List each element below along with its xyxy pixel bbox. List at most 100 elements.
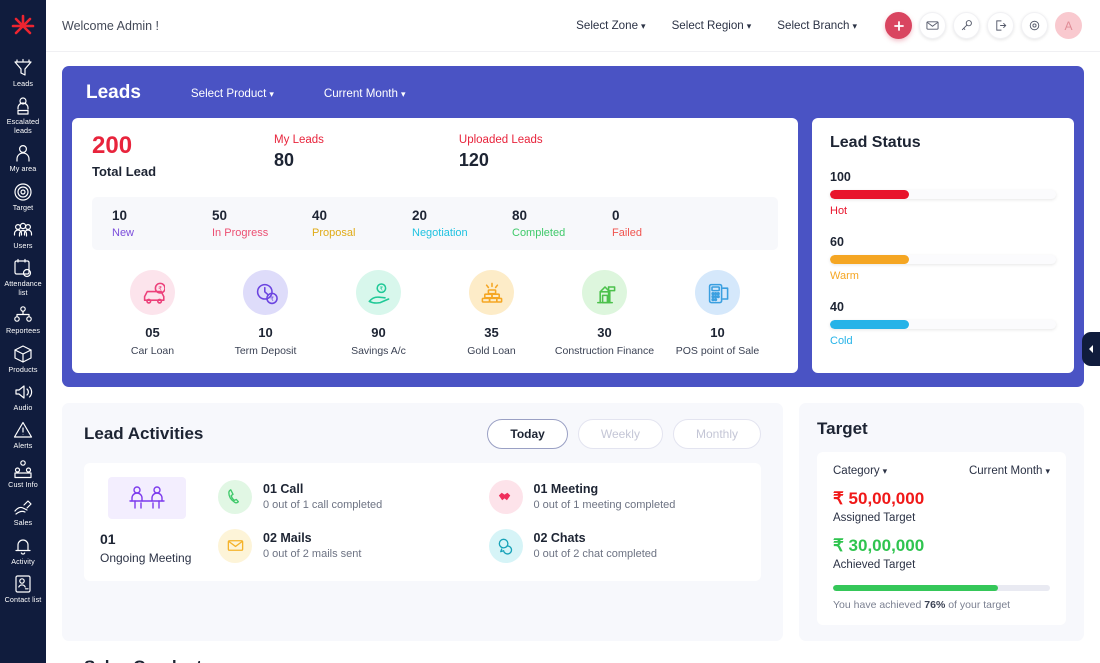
pipeline-count: 50: [212, 208, 228, 223]
sidebar-item-cust-info[interactable]: Cust Info: [0, 453, 46, 491]
activity-item[interactable]: 01 Call 0 out of 1 call completed: [218, 477, 475, 516]
pipeline-count: 80: [512, 208, 528, 223]
lead-status-panel: Lead Status 100 Hot 60 Warm 40 Cold: [812, 118, 1074, 373]
phone-icon: [218, 479, 252, 514]
chat-icon: [498, 538, 513, 555]
region-dropdown[interactable]: Select Region ▾: [672, 19, 752, 32]
sidebar-item-alerts[interactable]: Alerts: [0, 414, 46, 452]
pos-icon: [695, 270, 740, 315]
leads-period-label: Current Month: [323, 86, 398, 100]
sidebar-item-escalated-leads[interactable]: Escalated leads: [0, 90, 46, 137]
pipeline-stage[interactable]: 20 Negotiation: [412, 208, 512, 239]
sidebar-item-audio[interactable]: Audio: [0, 376, 46, 414]
chevron-left-icon: [1089, 345, 1093, 353]
leads-period-dropdown[interactable]: Current Month ▾: [324, 87, 406, 100]
logout-button[interactable]: [987, 12, 1014, 39]
target-progress-fill: [833, 585, 998, 591]
contact-list-icon: [15, 575, 31, 593]
chevron-down-icon: ▾: [1045, 466, 1050, 476]
ongoing-meeting-block: 01 Ongoing Meeting: [100, 477, 218, 565]
mail-button[interactable]: [919, 12, 946, 39]
product-card[interactable]: 35 Gold Loan: [435, 270, 548, 357]
product-card[interactable]: ₹90 Savings A/c: [322, 270, 435, 357]
sidebar-item-activity[interactable]: Activity: [0, 530, 46, 568]
uploaded-leads-block: Uploaded Leads 120: [459, 134, 543, 171]
sidebar-item-leads[interactable]: Leads: [0, 52, 46, 90]
lead-activities-body: 01 Ongoing Meeting 01 Call 0 out of 1 cal…: [84, 463, 761, 581]
sidebar-item-label: Products: [8, 364, 38, 374]
password-button[interactable]: [953, 12, 980, 39]
pos-icon: [708, 283, 728, 303]
chevron-down-icon: ▾: [269, 88, 274, 99]
add-button[interactable]: [885, 12, 912, 39]
target-period-dropdown[interactable]: Current Month ▾: [969, 465, 1050, 477]
product-count: 10: [258, 325, 273, 340]
assigned-target-label: Assigned Target: [833, 512, 916, 524]
activity-subtitle: 0 out of 1 call completed: [263, 499, 383, 511]
term-deposit-icon: ₹: [256, 283, 278, 304]
target-filters: Category ▾ Current Month ▾: [833, 465, 1050, 477]
activity-item[interactable]: 02 Chats 0 out of 2 chat completed: [488, 526, 746, 565]
target-title: Target: [817, 419, 868, 438]
chevron-down-icon: ▾: [852, 21, 857, 31]
app-logo[interactable]: [0, 0, 46, 52]
activity-tab-monthly[interactable]: Monthly: [672, 419, 761, 449]
sidebar-item-users[interactable]: Users: [0, 214, 46, 252]
bottom-row: Lead Activities Today Weekly Monthly 01 …: [62, 403, 1084, 641]
settings-button[interactable]: [1021, 12, 1048, 39]
target-category-dropdown[interactable]: Category ▾: [833, 465, 887, 477]
sales-hand-icon: [14, 500, 32, 515]
sidebar-item-target[interactable]: Target: [0, 176, 46, 214]
sidebar-item-products[interactable]: Products: [0, 338, 46, 376]
activity-item[interactable]: 01 Meeting 0 out of 1 meeting completed: [488, 477, 746, 516]
sidebar-item-attendance-list[interactable]: Attendance list: [0, 252, 46, 299]
handshake-icon: [488, 479, 523, 514]
pipeline-stage[interactable]: 80 Completed: [512, 208, 612, 239]
sidebar-item-sales[interactable]: Sales: [0, 491, 46, 529]
svg-text:₹: ₹: [270, 295, 274, 302]
handshake-icon: [498, 492, 511, 501]
product-card[interactable]: 10 POS point of Sale: [661, 270, 774, 357]
sidebar-item-reportees[interactable]: Reportees: [0, 299, 46, 337]
avatar[interactable]: A: [1055, 12, 1082, 39]
zone-dropdown[interactable]: Select Zone ▾: [576, 19, 645, 32]
achieved-target-amount: ₹ 30,00,000: [833, 536, 925, 555]
pipeline-label: New: [112, 227, 135, 239]
total-lead-value: 200: [92, 132, 133, 159]
bell-icon: [15, 539, 31, 555]
activity-period-tabs: Today Weekly Monthly: [487, 419, 761, 449]
sidebar-item-my-area[interactable]: My area: [0, 137, 46, 175]
pipeline-stage[interactable]: 0 Failed: [612, 208, 712, 239]
lead-status-label: Hot: [830, 205, 848, 217]
product-card[interactable]: 30 Construction Finance: [548, 270, 661, 357]
chevron-down-icon: ▾: [882, 466, 888, 476]
branch-dropdown-label: Select Branch: [777, 19, 850, 32]
lead-status-track: [830, 320, 1056, 329]
activity-tab-today[interactable]: Today: [487, 419, 568, 449]
select-product-dropdown[interactable]: Select Product ▾: [191, 87, 274, 100]
pipeline-stage[interactable]: 10 New: [112, 208, 212, 239]
lead-status-value: 100: [830, 170, 851, 184]
my-leads-block: My Leads 80: [274, 134, 324, 171]
customer-info-icon: [14, 460, 32, 478]
gear-icon: [1029, 20, 1040, 31]
activity-tab-weekly[interactable]: Weekly: [577, 419, 663, 449]
pipeline-stage[interactable]: 50 In Progress: [212, 208, 312, 239]
product-card[interactable]: ₹05 Car Loan: [96, 270, 209, 357]
sidebar-item-label: My area: [9, 164, 37, 174]
sidebar-item-label: Users: [13, 241, 33, 251]
branch-dropdown[interactable]: Select Branch ▾: [777, 19, 857, 32]
sidebar-item-label: Cust Info: [8, 479, 38, 489]
sidebar-collapse-handle[interactable]: [1082, 332, 1100, 366]
lead-status-item: 40 Cold: [830, 300, 1056, 347]
pipeline-count: 20: [412, 208, 428, 223]
product-label: Term Deposit: [234, 345, 297, 357]
sidebar-item-contact-list[interactable]: Contact list: [0, 568, 46, 606]
leads-card-header: Leads Select Product ▾ Current Month ▾: [62, 66, 1084, 118]
target-icon: [13, 182, 33, 202]
product-card[interactable]: ₹10 Term Deposit: [209, 270, 322, 357]
meeting-icon-box: [108, 477, 186, 519]
activity-item[interactable]: 02 Mails 0 out of 2 mails sent: [218, 526, 475, 565]
pipeline-stage[interactable]: 40 Proposal: [312, 208, 412, 239]
region-dropdown-label: Select Region: [671, 19, 744, 32]
